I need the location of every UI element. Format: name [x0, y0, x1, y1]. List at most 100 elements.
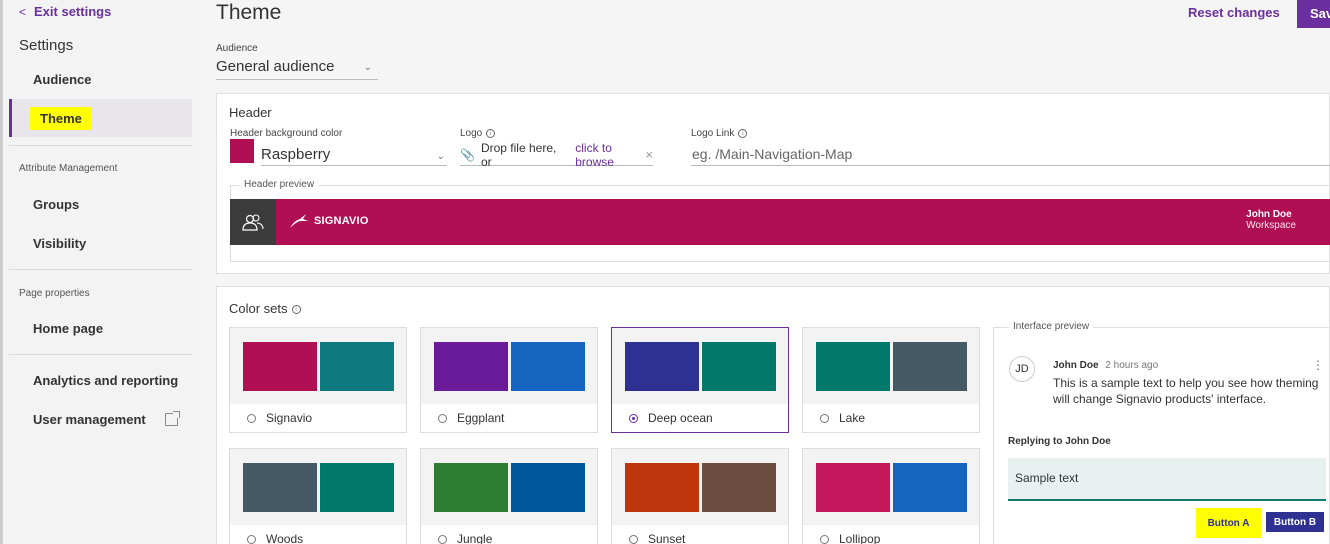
- color-set-option[interactable]: Eggplant: [421, 404, 597, 432]
- color-set-option[interactable]: Signavio: [230, 404, 406, 432]
- radio-button[interactable]: [247, 413, 256, 423]
- reset-changes-button[interactable]: Reset changes: [1188, 5, 1280, 20]
- divider: [9, 145, 192, 146]
- exit-settings-link[interactable]: < Exit settings: [19, 4, 111, 19]
- interface-preview-legend: Interface preview: [1009, 321, 1094, 332]
- close-icon[interactable]: ×: [645, 147, 653, 162]
- color-set-swatches: [803, 328, 979, 404]
- color-set-card[interactable]: Deep ocean: [611, 327, 789, 433]
- color-set-card[interactable]: Signavio: [229, 327, 407, 433]
- section-label-page-properties: Page properties: [19, 288, 90, 299]
- secondary-color-swatch: [893, 342, 967, 391]
- header-bg-color-label: Header background color: [230, 128, 343, 139]
- logo-link-placeholder: eg. /Main-Navigation-Map: [692, 146, 853, 162]
- color-set-name: Deep ocean: [648, 411, 713, 425]
- color-set-card[interactable]: Lake: [802, 327, 980, 433]
- avatar: JD: [1009, 356, 1035, 382]
- browse-link[interactable]: click to browse: [575, 141, 653, 169]
- color-set-option[interactable]: Deep ocean: [612, 404, 788, 432]
- logo-link-label: Logo Link i: [691, 128, 748, 139]
- sidebar-item-analytics[interactable]: Analytics and reporting: [9, 361, 192, 399]
- color-set-card[interactable]: Woods: [229, 448, 407, 544]
- color-set-card[interactable]: Jungle: [420, 448, 598, 544]
- sidebar-item-theme[interactable]: Theme: [9, 99, 192, 137]
- color-set-card[interactable]: Lollipop: [802, 448, 980, 544]
- radio-button[interactable]: [629, 413, 638, 423]
- color-set-card[interactable]: Eggplant: [420, 327, 598, 433]
- header-bg-color-select[interactable]: Raspberry ⌄: [261, 146, 447, 166]
- sidebar-item-label: Theme: [30, 106, 92, 130]
- secondary-color-swatch: [511, 463, 585, 512]
- color-set-name: Eggplant: [457, 411, 505, 425]
- logo-drop-text: Drop file here, or: [480, 140, 557, 169]
- reply-label: Replying to John Doe: [1008, 436, 1111, 447]
- primary-color-swatch: [434, 463, 508, 512]
- color-sets-panel: Color sets i Signavio Eggplant Deep ocean La…: [216, 286, 1330, 544]
- radio-button[interactable]: [438, 534, 447, 544]
- more-options-icon[interactable]: ⋮: [1312, 358, 1324, 372]
- header-preview-workspace: Workspace: [1246, 220, 1296, 231]
- primary-color-swatch: [625, 463, 699, 512]
- primary-color-swatch: [243, 342, 317, 391]
- secondary-color-swatch: [320, 463, 394, 512]
- color-set-option[interactable]: Sunset: [612, 525, 788, 544]
- logo-link-input[interactable]: eg. /Main-Navigation-Map: [691, 146, 1330, 166]
- color-set-option[interactable]: Lake: [803, 404, 979, 432]
- color-set-name: Lollipop: [839, 532, 881, 544]
- logo-dropzone[interactable]: 📎 Drop file here, or click to browse ×: [460, 141, 653, 169]
- radio-button[interactable]: [629, 534, 638, 544]
- chevron-down-icon: ⌄: [436, 151, 445, 162]
- sidebar-item-groups[interactable]: Groups: [9, 185, 192, 223]
- color-set-swatches: [803, 449, 979, 525]
- save-button[interactable]: Save: [1297, 0, 1330, 28]
- color-set-swatches: [230, 328, 406, 404]
- header-bg-color-swatch: [230, 139, 254, 163]
- sidebar: < Exit settings Settings Audience Theme …: [0, 0, 200, 544]
- header-preview-user: John Doe Workspace: [1246, 209, 1296, 231]
- primary-color-swatch: [816, 342, 890, 391]
- header-bg-color-value: Raspberry: [261, 146, 331, 163]
- button-a[interactable]: Button A: [1196, 508, 1261, 538]
- paperclip-icon: 📎: [460, 147, 475, 162]
- comment-time: 2 hours ago: [1105, 360, 1159, 371]
- radio-button[interactable]: [438, 413, 447, 423]
- color-set-swatches: [230, 449, 406, 525]
- secondary-color-swatch: [893, 463, 967, 512]
- sidebar-item-audience[interactable]: Audience: [9, 60, 192, 98]
- button-b[interactable]: Button B: [1266, 512, 1324, 532]
- color-set-option[interactable]: Lollipop: [803, 525, 979, 544]
- external-link-icon: [165, 411, 180, 426]
- signavio-logo-text: SIGNAVIO: [314, 215, 369, 227]
- sidebar-item-label: Audience: [33, 71, 92, 87]
- sidebar-item-label: Home page: [33, 320, 104, 336]
- color-set-name: Jungle: [457, 532, 493, 544]
- color-set-option[interactable]: Jungle: [421, 525, 597, 544]
- radio-button[interactable]: [820, 534, 829, 544]
- color-set-option[interactable]: Woods: [230, 525, 406, 544]
- sidebar-item-home-page[interactable]: Home page: [9, 309, 192, 347]
- color-set-name: Woods: [266, 532, 304, 544]
- interface-preview: Interface preview JD John Doe 2 hours ag…: [993, 321, 1330, 544]
- reply-input[interactable]: Sample text: [1008, 458, 1326, 501]
- divider: [9, 354, 192, 355]
- exit-settings-label: Exit settings: [34, 4, 112, 19]
- logo-label: Logo i: [460, 128, 496, 139]
- radio-button[interactable]: [820, 413, 829, 423]
- signavio-logo: SIGNAVIO: [288, 212, 369, 230]
- header-section-title: Header: [229, 105, 272, 120]
- secondary-color-swatch: [320, 342, 394, 391]
- primary-color-swatch: [625, 342, 699, 391]
- logo-label-text: Logo: [460, 128, 483, 139]
- color-set-card[interactable]: Sunset: [611, 448, 789, 544]
- radio-button[interactable]: [247, 534, 256, 544]
- chevron-down-icon: ⌄: [363, 62, 372, 73]
- color-set-swatches: [421, 449, 597, 525]
- header-settings-panel: Header Header background color Raspberry…: [216, 93, 1330, 274]
- color-sets-title-text: Color sets: [229, 301, 288, 316]
- sidebar-item-label: Analytics and reporting: [33, 372, 179, 388]
- sidebar-item-visibility[interactable]: Visibility: [9, 224, 192, 262]
- audience-select[interactable]: General audience ⌄: [216, 58, 378, 80]
- header-preview-legend: Header preview: [239, 179, 320, 190]
- info-icon: i: [738, 128, 748, 138]
- color-sets-title: Color sets i: [229, 301, 301, 316]
